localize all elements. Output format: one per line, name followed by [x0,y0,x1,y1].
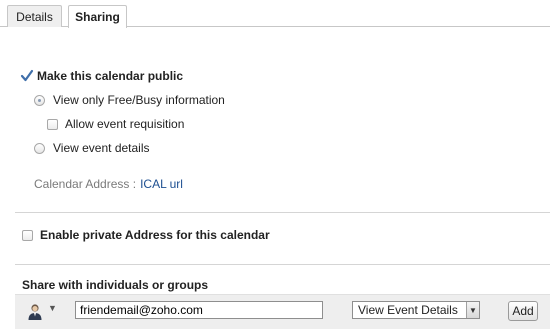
section-divider [15,264,550,265]
user-icon[interactable] [27,303,43,321]
make-public-label: Make this calendar public [37,69,184,83]
calendar-address-row: Calendar Address : ICAL url [34,176,183,192]
share-title-row: Share with individuals or groups [22,277,208,293]
freebusy-label: View only Free/Busy information [53,93,225,107]
email-input[interactable] [75,301,323,319]
tab-details[interactable]: Details [7,5,62,27]
freebusy-radio[interactable] [34,94,45,106]
chevron-down-icon[interactable]: ▼ [48,303,57,313]
add-button[interactable]: Add [508,301,538,321]
section-divider [15,212,550,213]
enable-private-checkbox[interactable] [22,229,33,241]
event-details-radio[interactable] [34,142,45,154]
option-freebusy-row[interactable]: View only Free/Busy information [34,92,225,108]
permission-select[interactable]: View Event Details ▼ [352,301,480,319]
allow-requisition-checkbox[interactable] [47,118,58,130]
make-public-row[interactable]: Make this calendar public [20,68,183,84]
ical-url-link[interactable]: ICAL url [140,177,183,191]
calendar-address-label: Calendar Address : [34,177,137,191]
event-details-label: View event details [53,141,150,155]
tab-sharing[interactable]: Sharing [68,5,127,28]
enable-private-label: Enable private Address for this calendar [40,228,270,242]
enable-private-row[interactable]: Enable private Address for this calendar [22,227,270,243]
chevron-down-icon[interactable]: ▼ [466,302,479,318]
share-title: Share with individuals or groups [22,278,209,292]
permission-selected-label: View Event Details [358,303,458,317]
allow-requisition-label: Allow event requisition [65,117,185,131]
allow-requisition-row[interactable]: Allow event requisition [47,116,184,132]
tab-bar: Details Sharing [0,0,550,28]
option-event-details-row[interactable]: View event details [34,140,150,156]
checkmark-icon[interactable] [20,69,34,83]
